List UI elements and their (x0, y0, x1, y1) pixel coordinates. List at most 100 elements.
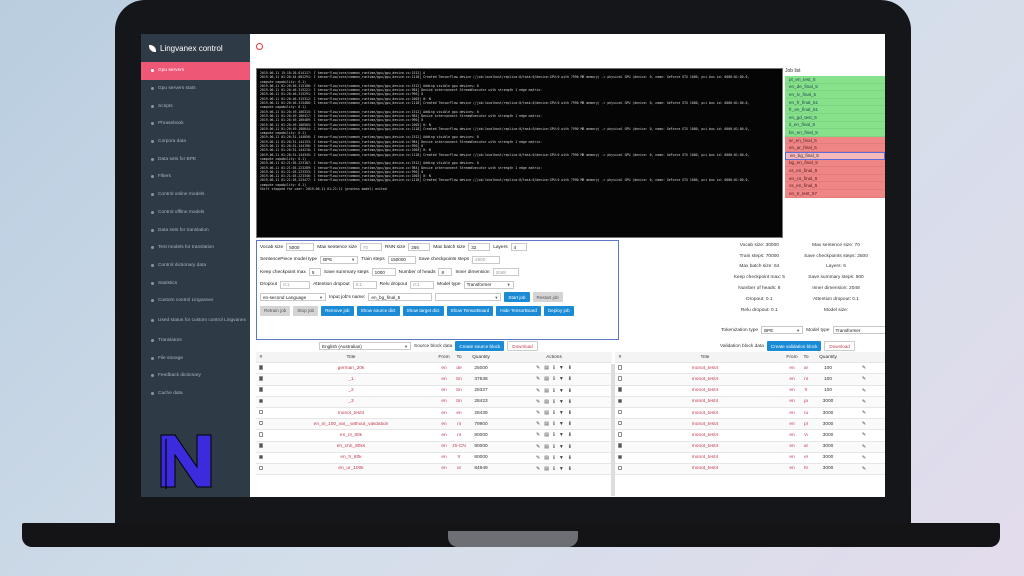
console-log[interactable]: 2019-06-11 15:18:26.014117: I tensorflow… (256, 68, 783, 238)
download-icon[interactable]: ⬇ (568, 432, 572, 438)
relu-dropout-input[interactable]: 0.1 (410, 280, 435, 289)
row-title[interactable]: en_nl_100_val__without_validation (266, 422, 436, 427)
info-icon[interactable]: ℹ (553, 466, 555, 472)
job-list-item[interactable]: ar_en_final_5 (785, 136, 885, 145)
hide-tensorboard-button[interactable]: Hide TensorBoard (496, 305, 541, 316)
sidebar-item[interactable]: Gpu servers stats (141, 80, 250, 98)
delete-icon[interactable]: ▤ (544, 421, 549, 427)
row-title[interactable]: _2 (266, 388, 436, 393)
row-title[interactable]: _1 (266, 377, 436, 382)
sidebar-item[interactable]: Custom control Lingvanex (141, 292, 250, 310)
job-list-item[interactable]: en_cs_final_5 (785, 174, 885, 183)
filter-icon[interactable]: ▼ (559, 455, 564, 461)
info-icon[interactable]: ℹ (553, 388, 555, 394)
info-icon[interactable]: ℹ (553, 421, 555, 427)
sidebar-item[interactable]: Cache data (141, 385, 250, 403)
row-checkbox[interactable] (617, 432, 623, 437)
info-icon[interactable]: ℹ (553, 444, 555, 450)
sidebar-item[interactable]: Control dictionary data (141, 257, 250, 275)
info-icon[interactable]: ℹ (553, 432, 555, 438)
row-checkbox[interactable] (617, 443, 623, 448)
row-checkbox[interactable] (258, 465, 264, 471)
row-checkbox[interactable] (258, 454, 264, 460)
sidebar-item[interactable]: Filters (141, 168, 250, 186)
column-header[interactable]: Quantity (466, 355, 496, 360)
job-list-item[interactable]: en_lv_final_5 (785, 91, 885, 99)
row-title[interactable]: monot_test4 (625, 399, 785, 404)
edit-icon[interactable]: ✎ (536, 365, 540, 371)
create-validation-block-button[interactable]: Create validation block (766, 341, 822, 351)
row-checkbox[interactable] (258, 365, 264, 370)
row-checkbox[interactable] (617, 420, 623, 426)
edit-icon[interactable]: ✎ (536, 376, 540, 382)
column-header[interactable]: Title (266, 355, 436, 360)
edit-icon[interactable]: ✎ (536, 421, 540, 427)
row-checkbox[interactable] (617, 465, 623, 471)
download-icon[interactable]: ⬇ (568, 399, 572, 405)
filter-icon[interactable]: ▼ (559, 388, 564, 394)
job-list-item[interactable]: pt_en_test_5 (785, 76, 885, 84)
delete-icon[interactable]: ▤ (544, 410, 549, 416)
download-icon[interactable]: ⬇ (568, 466, 572, 472)
language-select[interactable]: en-second Language ▼ (260, 293, 326, 302)
row-checkbox[interactable] (617, 365, 623, 370)
row-title[interactable]: monot_test4 (625, 366, 785, 371)
row-title[interactable]: monot_test4 (625, 455, 785, 460)
job-list-item[interactable]: bg_en_final_5 (785, 159, 885, 168)
sidebar-item[interactable]: Gpu servers (141, 62, 250, 80)
job-list-item[interactable]: cs_en_final_5 (785, 182, 885, 190)
edit-icon[interactable]: ✎ (536, 399, 540, 405)
delete-icon[interactable]: ▤ (544, 466, 549, 472)
vocab-size-input[interactable]: 5000 (286, 243, 315, 252)
stop-job-button[interactable]: Stop job (293, 305, 319, 316)
job-list-item[interactable]: en_fr_final_51 (785, 98, 885, 107)
sidebar-item[interactable]: Statistics (141, 274, 250, 292)
remove-job-button[interactable]: Remove job (321, 305, 354, 316)
filter-icon[interactable]: ▼ (559, 444, 564, 450)
job-list-item[interactable]: en_ar_final_5 (785, 144, 885, 152)
row-title[interactable]: german_20k (266, 366, 436, 371)
row-title[interactable]: monot_test4 (625, 433, 785, 438)
row-checkbox[interactable] (258, 398, 264, 404)
max-sentence-input[interactable]: 70 (359, 243, 382, 252)
download-icon[interactable]: ⬇ (568, 388, 572, 394)
info-icon[interactable]: ℹ (553, 376, 555, 382)
sidebar-item[interactable]: Feedback dictionary (141, 367, 250, 385)
row-checkbox[interactable] (617, 454, 623, 460)
download-icon[interactable]: ⬇ (568, 421, 572, 427)
filter-icon[interactable]: ▼ (559, 365, 564, 371)
create-source-block-button[interactable]: Create source block (455, 341, 505, 351)
row-title[interactable]: en_chn_80ks (266, 444, 436, 449)
download-icon[interactable]: ⬇ (568, 444, 572, 450)
row-checkbox[interactable] (258, 387, 264, 392)
edit-icon[interactable]: ✎ (536, 388, 540, 394)
delete-icon[interactable]: ▤ (544, 388, 549, 394)
delete-icon[interactable]: ▤ (544, 444, 549, 450)
att-dropout-input[interactable]: 0.1 (352, 280, 377, 289)
sidebar-item[interactable]: Scripts (141, 97, 250, 115)
source-language-select[interactable]: English (Australian) ▼ (319, 342, 411, 350)
sidebar-item[interactable]: Used status for custom control Lingvanex (141, 310, 250, 332)
job-list-item[interactable]: bn_en_final_5 (785, 129, 885, 137)
filter-icon[interactable]: ▼ (559, 376, 564, 382)
sidebar-item[interactable]: Phrasebook (141, 115, 250, 133)
row-checkbox[interactable] (258, 376, 264, 381)
row-title[interactable]: monot_test4 (625, 388, 785, 393)
job-list-item[interactable]: en_tr_test_57 (785, 189, 885, 198)
download-icon[interactable]: ⬇ (568, 410, 572, 416)
sidebar-item[interactable]: Control online models (141, 186, 250, 204)
sidebar-item[interactable]: Data sets for BPE (141, 150, 250, 168)
row-title[interactable]: monot_test4 (625, 466, 785, 471)
row-title[interactable]: monot_test4 (266, 411, 436, 416)
stats-model-type-select[interactable]: Transformer▼ (832, 326, 885, 334)
delete-icon[interactable]: ▤ (544, 455, 549, 461)
layers-input[interactable]: 4 (510, 243, 527, 252)
row-title[interactable]: en_nl_80k (266, 433, 436, 438)
app-logo[interactable]: Lingvanex control (141, 34, 250, 62)
edit-icon[interactable]: ✎ (862, 444, 866, 450)
edit-icon[interactable]: ✎ (536, 410, 540, 416)
delete-icon[interactable]: ▤ (544, 432, 549, 438)
row-checkbox[interactable] (258, 443, 264, 448)
sidebar-item[interactable]: Corpora data (141, 133, 250, 151)
edit-icon[interactable]: ✎ (862, 466, 866, 472)
